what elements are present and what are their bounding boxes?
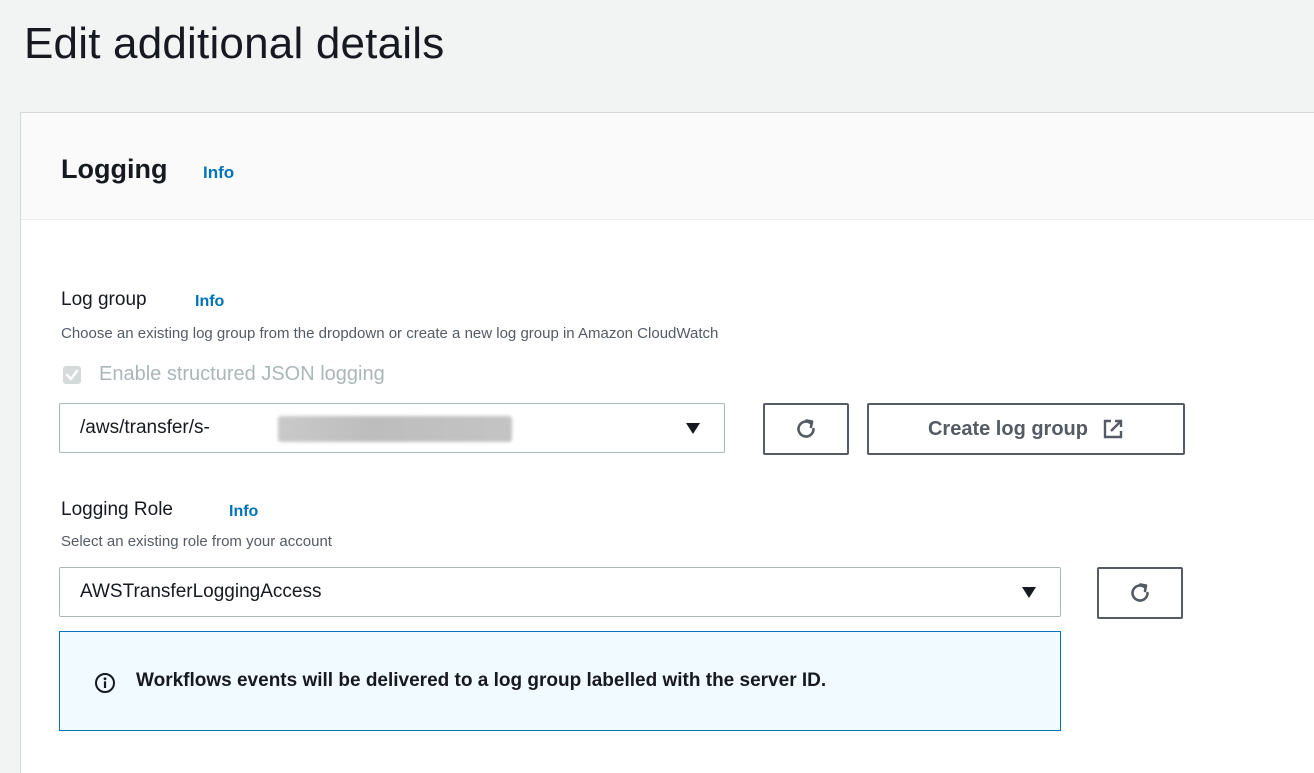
- logging-role-label: Logging Role: [61, 499, 173, 520]
- logging-role-select-value: AWSTransferLoggingAccess: [80, 581, 322, 602]
- log-group-select[interactable]: /aws/transfer/s-: [59, 403, 725, 453]
- logging-section-title: Logging: [61, 154, 168, 184]
- refresh-icon: [797, 419, 815, 438]
- workflows-info-message: Workflows events will be delivered to a …: [136, 670, 827, 691]
- redacted-server-id: [278, 416, 512, 442]
- logging-role-refresh-button[interactable]: [1097, 567, 1183, 619]
- logging-role-select[interactable]: AWSTransferLoggingAccess: [59, 567, 1061, 617]
- structured-json-checkbox[interactable]: [63, 365, 81, 384]
- create-log-group-label: Create log group: [927, 417, 1088, 440]
- logging-role-description: Select an existing role from your accoun…: [61, 533, 332, 550]
- create-log-group-button[interactable]: Create log group: [867, 403, 1185, 455]
- refresh-icon: [1131, 583, 1149, 602]
- logging-role-info-link[interactable]: Info: [229, 503, 258, 521]
- structured-json-checkbox-row: Enable structured JSON logging: [63, 363, 385, 386]
- log-group-label: Log group: [61, 289, 147, 310]
- logging-card: Logging Info Log group Info Choose an ex…: [20, 112, 1314, 773]
- log-group-refresh-button[interactable]: [763, 403, 849, 455]
- caret-down-icon: [1022, 587, 1036, 598]
- log-group-info-link[interactable]: Info: [195, 293, 224, 311]
- log-group-description: Choose an existing log group from the dr…: [61, 325, 719, 342]
- checkmark-icon: [65, 369, 79, 380]
- structured-json-checkbox-label: Enable structured JSON logging: [99, 363, 385, 385]
- page-title: Edit additional details: [24, 19, 445, 68]
- logging-card-header: Logging Info: [21, 113, 1314, 220]
- external-link-icon: [1103, 419, 1123, 439]
- log-group-select-value: /aws/transfer/s-: [80, 417, 210, 438]
- workflows-info-alert: Workflows events will be delivered to a …: [59, 631, 1061, 731]
- info-circle-icon: [95, 673, 115, 693]
- logging-info-link[interactable]: Info: [203, 163, 234, 183]
- caret-down-icon: [686, 423, 700, 434]
